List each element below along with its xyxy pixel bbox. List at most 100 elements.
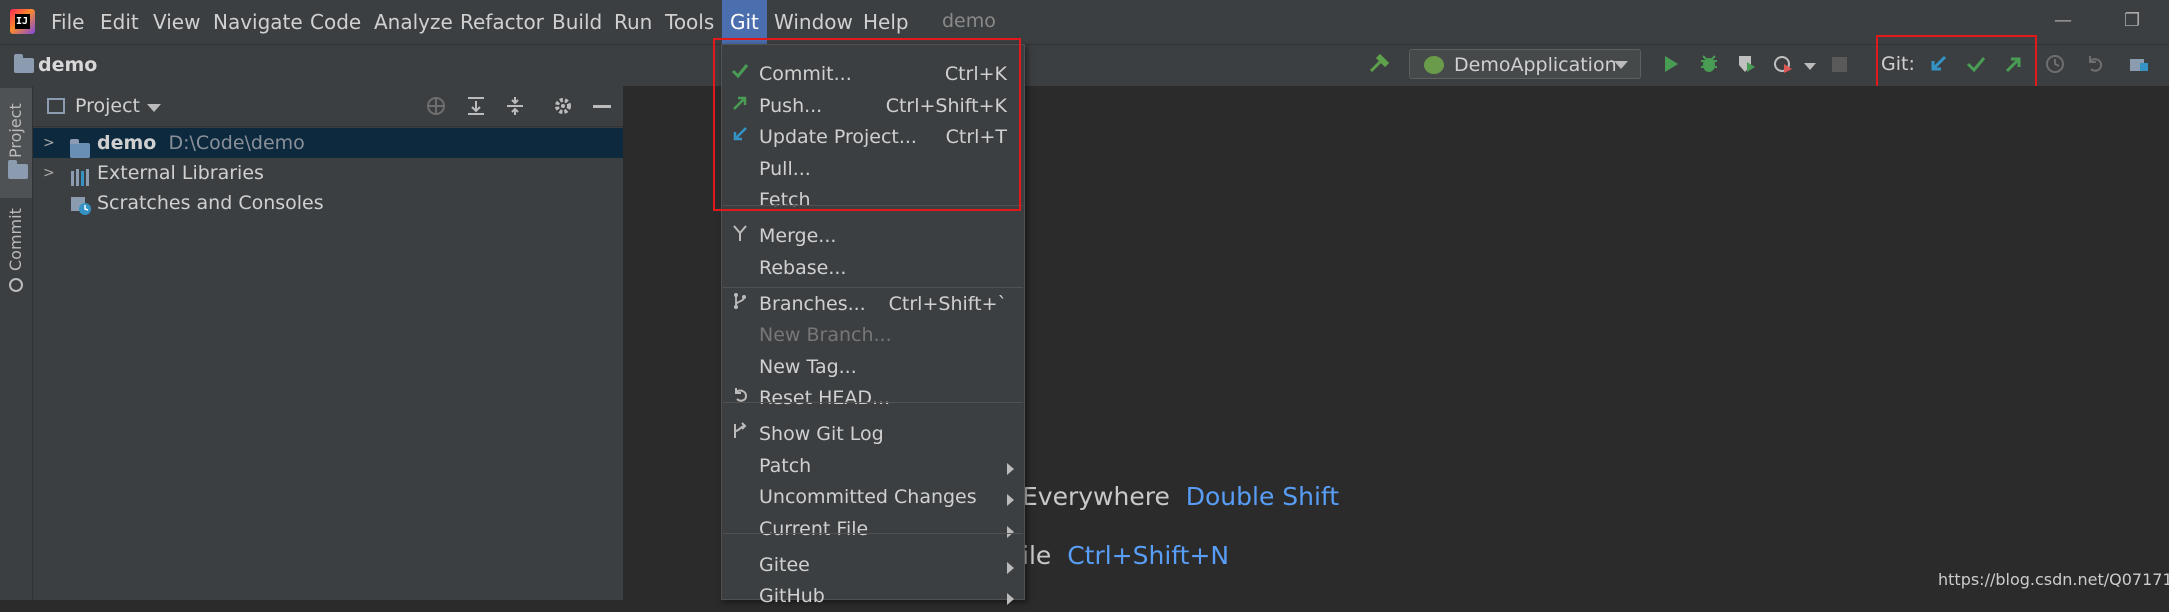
commit-tab-label[interactable]: Commit [6, 205, 25, 271]
menu-item-label: GitHub [759, 585, 825, 607]
chevron-down-icon[interactable] [147, 104, 161, 112]
profiler-icon[interactable] [1772, 53, 1794, 75]
menu-item-show-git-log[interactable]: Show Git Log [722, 419, 1024, 450]
hint-text: Everywhere [1022, 482, 1170, 511]
locate-icon[interactable] [425, 95, 447, 122]
menu-item-branches[interactable]: Branches... Ctrl+Shift+` [722, 289, 1024, 320]
submenu-arrow-icon [1007, 463, 1014, 475]
menu-refactor[interactable]: Refactor [460, 0, 544, 44]
menu-tools[interactable]: Tools [665, 0, 714, 44]
chevron-right-icon[interactable]: > [43, 158, 55, 188]
hide-panel-icon[interactable] [593, 105, 611, 108]
folder-icon [14, 54, 34, 73]
run-config-label: DemoApplication [1454, 54, 1617, 76]
menu-item-label: Reset HEAD... [759, 387, 891, 409]
run-configuration-selector[interactable]: DemoApplication [1409, 49, 1641, 79]
collapse-all-icon[interactable] [504, 95, 526, 122]
stop-icon[interactable] [1832, 57, 1847, 72]
update-project-icon[interactable] [1927, 53, 1949, 75]
menu-build[interactable]: Build [552, 0, 602, 44]
push-icon[interactable] [2003, 53, 2025, 75]
tree-row-scratches[interactable]: Scratches and Consoles [33, 188, 623, 218]
spring-boot-icon [1424, 56, 1444, 74]
git-log-icon [730, 419, 750, 450]
submenu-arrow-icon [1007, 562, 1014, 574]
menu-item-merge[interactable]: Merge... [722, 221, 1024, 252]
menu-item-gitee[interactable]: Gitee [722, 550, 1024, 581]
tree-item-name: External Libraries [97, 162, 264, 184]
menu-item-reset-head[interactable]: Reset HEAD... [722, 383, 1024, 414]
history-icon[interactable] [2044, 53, 2066, 75]
hint-shortcut: Double Shift [1185, 482, 1340, 511]
scratches-icon [70, 195, 92, 225]
menu-separator [723, 287, 1023, 288]
reset-icon [730, 383, 750, 414]
git-toolbar-label: Git: [1881, 53, 1915, 75]
search-everywhere-hint: Everywhere Double Shift [1022, 482, 1339, 511]
menu-item-current-file[interactable]: Current File [722, 514, 1024, 545]
project-view-icon [47, 98, 65, 114]
tree-item-path: D:\Code\demo [168, 132, 305, 154]
submenu-arrow-icon [1007, 526, 1014, 538]
chevron-down-icon [1614, 61, 1628, 69]
project-panel-title[interactable]: Project [75, 95, 140, 117]
git-menu-highlight [713, 38, 1021, 211]
menu-item-patch[interactable]: Patch [722, 451, 1024, 482]
menu-item-uncommitted-changes[interactable]: Uncommitted Changes [722, 482, 1024, 513]
menu-separator [723, 402, 1023, 403]
hint-text: ile [1022, 541, 1052, 570]
run-icon[interactable] [1660, 53, 1682, 75]
commit-node-icon [9, 278, 23, 292]
rollback-icon[interactable] [2083, 53, 2105, 75]
menu-item-label: Gitee [759, 554, 810, 576]
menu-item-rebase[interactable]: Rebase... [722, 253, 1024, 284]
intellij-logo-icon[interactable]: IJ [10, 9, 35, 34]
menu-code[interactable]: Code [310, 0, 361, 44]
project-tab-label: Project [6, 103, 25, 158]
coverage-icon[interactable] [1735, 53, 1757, 75]
watermark-url: https://blog.csdn.net/Q0717168 [1938, 570, 2169, 589]
submenu-arrow-icon [1007, 494, 1014, 506]
tree-row-demo[interactable]: > demo D:\Code\demo [33, 128, 623, 158]
menu-file[interactable]: File [51, 0, 84, 44]
menu-item-shortcut: Ctrl+Shift+` [888, 293, 1007, 315]
menu-item-label: Current File [759, 518, 869, 540]
debug-icon[interactable] [1698, 53, 1720, 75]
branch-icon [730, 289, 750, 320]
menu-item-label: Rebase... [759, 257, 847, 279]
breadcrumb[interactable]: demo [14, 53, 97, 77]
menu-item-new-tag[interactable]: New Tag... [722, 352, 1024, 383]
expand-all-icon[interactable] [465, 95, 487, 122]
breadcrumb-project: demo [38, 54, 98, 76]
tree-row-external-libraries[interactable]: > External Libraries [33, 158, 623, 188]
goto-file-hint: ile Ctrl+Shift+N [1022, 541, 1229, 570]
chevron-down-icon[interactable] [1804, 63, 1816, 70]
restore-button[interactable]: ❐ [2124, 10, 2140, 31]
menu-item-label: Show Git Log [759, 423, 884, 445]
chevron-right-icon[interactable]: > [43, 128, 55, 158]
gear-icon[interactable] [552, 95, 574, 122]
logo-mark: IJ [15, 14, 30, 29]
project-structure-icon[interactable] [2128, 53, 2150, 75]
build-hammer-icon[interactable] [1368, 53, 1390, 75]
menu-separator [723, 533, 1023, 534]
tree-item-name: demo [97, 132, 157, 154]
folder-icon [8, 160, 32, 182]
merge-icon [730, 221, 750, 252]
menu-item-label: Branches... [759, 293, 866, 315]
menu-item-new-branch: New Branch... [722, 320, 1024, 351]
menu-item-label: Patch [759, 455, 812, 477]
menu-run[interactable]: Run [614, 0, 652, 44]
menu-item-github[interactable]: GitHub [722, 581, 1024, 612]
menu-item-label: New Tag... [759, 356, 857, 378]
menu-navigate[interactable]: Navigate [213, 0, 303, 44]
hint-shortcut: Ctrl+Shift+N [1067, 541, 1230, 570]
tree-item-name: Scratches and Consoles [97, 192, 324, 214]
menu-edit[interactable]: Edit [100, 0, 139, 44]
commit-check-icon[interactable] [1965, 53, 1987, 75]
menu-item-label: Merge... [759, 225, 837, 247]
menu-view[interactable]: View [153, 0, 200, 44]
menu-analyze[interactable]: Analyze [374, 0, 453, 44]
minimize-button[interactable]: — [2054, 10, 2072, 31]
menu-item-label: Uncommitted Changes [759, 486, 977, 508]
